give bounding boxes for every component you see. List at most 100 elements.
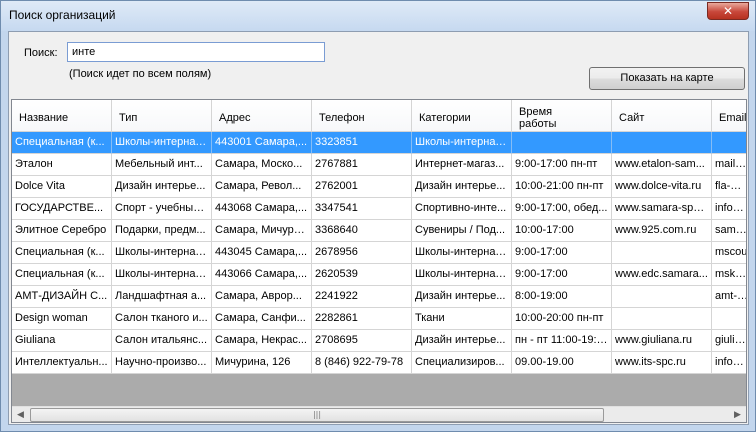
- column-header[interactable]: Адрес: [212, 100, 312, 132]
- table-row[interactable]: Специальная (к... Школы-интернаты 443066 С…: [12, 264, 746, 286]
- table-cell[interactable]: Дизайн интерье...: [412, 286, 512, 308]
- table-cell[interactable]: www.samara-spo...: [612, 198, 712, 220]
- table-cell[interactable]: Интеллектуальн...: [12, 352, 112, 374]
- table-cell[interactable]: www.etalon-sam...: [612, 154, 712, 176]
- table-cell[interactable]: Школы-интернаты: [412, 242, 512, 264]
- table-cell[interactable]: fla-meb: [712, 176, 746, 198]
- table-cell[interactable]: [612, 132, 712, 154]
- table-cell[interactable]: 09.00-19.00: [512, 352, 612, 374]
- table-cell[interactable]: Школы-интернаты: [112, 132, 212, 154]
- table-cell[interactable]: Самара, Авроp...: [212, 286, 312, 308]
- table-row[interactable]: Design woman Салон тканого и... Самара, Са…: [12, 308, 746, 330]
- table-cell[interactable]: www.edc.samara...: [612, 264, 712, 286]
- table-cell[interactable]: 443066 Самара,...: [212, 264, 312, 286]
- table-cell[interactable]: Подарки, предм...: [112, 220, 212, 242]
- table-cell[interactable]: Интернет-магаз...: [412, 154, 512, 176]
- table-cell[interactable]: Дизайн интерье...: [412, 176, 512, 198]
- table-row[interactable]: ГОСУДАРСТВЕ... Спорт - учебные... 443068 С…: [12, 198, 746, 220]
- table-cell[interactable]: Самара, Санфи...: [212, 308, 312, 330]
- table-cell[interactable]: 3347541: [312, 198, 412, 220]
- table-cell[interactable]: Специальная (к...: [12, 242, 112, 264]
- table-cell[interactable]: Ткани: [412, 308, 512, 330]
- column-header[interactable]: Телефон: [312, 100, 412, 132]
- table-cell[interactable]: 2620539: [312, 264, 412, 286]
- table-row[interactable]: Элитное Серебро Подарки, предм... Самара, …: [12, 220, 746, 242]
- table-cell[interactable]: 443001 Самара,...: [212, 132, 312, 154]
- table-cell[interactable]: 443068 Самара,...: [212, 198, 312, 220]
- table-cell[interactable]: Специальная (к...: [12, 264, 112, 286]
- table-cell[interactable]: Ландшафтная а...: [112, 286, 212, 308]
- table-cell[interactable]: www.giuliana.ru: [612, 330, 712, 352]
- table-row[interactable]: Специальная (к... Школы-интернаты 443045 С…: [12, 242, 746, 264]
- table-row[interactable]: Dolce Vita Дизайн интерье... Самара, Револ…: [12, 176, 746, 198]
- table-cell[interactable]: 9:00-17:00 пн-пт: [512, 154, 612, 176]
- table-cell[interactable]: Салон итальянс...: [112, 330, 212, 352]
- table-row[interactable]: Специальная (к... Школы-интернаты 443001 С…: [12, 132, 746, 154]
- table-cell[interactable]: Самара, Моско...: [212, 154, 312, 176]
- table-cell[interactable]: amt-des: [712, 286, 746, 308]
- table-cell[interactable]: mail@e: [712, 154, 746, 176]
- table-cell[interactable]: [612, 242, 712, 264]
- horizontal-scrollbar[interactable]: ◀ ||| ▶: [12, 406, 746, 422]
- column-header[interactable]: Сайт: [612, 100, 712, 132]
- table-cell[interactable]: Школы-интернаты: [112, 264, 212, 286]
- table-row[interactable]: Эталон Мебельный инт... Самара, Моско... 27…: [12, 154, 746, 176]
- table-cell[interactable]: 3368640: [312, 220, 412, 242]
- table-cell[interactable]: 2767881: [312, 154, 412, 176]
- table-cell[interactable]: www.its-spc.ru: [612, 352, 712, 374]
- table-cell[interactable]: Design woman: [12, 308, 112, 330]
- table-cell[interactable]: mskou_: [712, 264, 746, 286]
- table-cell[interactable]: 2678956: [312, 242, 412, 264]
- table-row[interactable]: Giuliana Салон итальянс... Самара, Некрас.…: [12, 330, 746, 352]
- table-cell[interactable]: Самара, Некрас...: [212, 330, 312, 352]
- scroll-right-arrow-icon[interactable]: ▶: [729, 407, 746, 422]
- table-cell[interactable]: www.dolce-vita.ru: [612, 176, 712, 198]
- column-header[interactable]: Тип: [112, 100, 212, 132]
- table-cell[interactable]: Школы-интернаты: [112, 242, 212, 264]
- table-cell[interactable]: Специализиров...: [412, 352, 512, 374]
- scrollbar-thumb[interactable]: |||: [30, 408, 604, 422]
- table-cell[interactable]: 8:00-19:00: [512, 286, 612, 308]
- table-cell[interactable]: Дизайн интерье...: [112, 176, 212, 198]
- column-header[interactable]: Категории: [412, 100, 512, 132]
- table-cell[interactable]: Giuliana: [12, 330, 112, 352]
- table-cell[interactable]: 3323851: [312, 132, 412, 154]
- table-cell[interactable]: 2241922: [312, 286, 412, 308]
- table-cell[interactable]: info@its: [712, 352, 746, 374]
- search-input[interactable]: инте: [67, 42, 325, 62]
- table-row[interactable]: АМТ-ДИЗАЙН С... Ландшафтная а... Самара, А…: [12, 286, 746, 308]
- table-cell[interactable]: samara: [712, 220, 746, 242]
- table-cell[interactable]: 8 (846) 922-79-78: [312, 352, 412, 374]
- table-cell[interactable]: 9:00-17:00, обед...: [512, 198, 612, 220]
- table-cell[interactable]: Самара, Револ...: [212, 176, 312, 198]
- table-cell[interactable]: Мичурина, 126: [212, 352, 312, 374]
- table-cell[interactable]: Школы-интернаты: [412, 264, 512, 286]
- scroll-left-arrow-icon[interactable]: ◀: [12, 407, 29, 422]
- table-cell[interactable]: 9:00-17:00: [512, 264, 612, 286]
- table-cell[interactable]: Дизайн интерье...: [412, 330, 512, 352]
- table-cell[interactable]: 10:00-20:00 пн-пт: [512, 308, 612, 330]
- table-cell[interactable]: Мебельный инт...: [112, 154, 212, 176]
- table-cell[interactable]: Эталон: [12, 154, 112, 176]
- table-cell[interactable]: ГОСУДАРСТВЕ...: [12, 198, 112, 220]
- table-cell[interactable]: Dolce Vita: [12, 176, 112, 198]
- table-cell[interactable]: АМТ-ДИЗАЙН С...: [12, 286, 112, 308]
- table-cell[interactable]: 10:00-21:00 пн-пт: [512, 176, 612, 198]
- table-cell[interactable]: 2282861: [312, 308, 412, 330]
- table-cell[interactable]: [512, 132, 612, 154]
- column-header[interactable]: Время работы: [512, 100, 612, 132]
- table-cell[interactable]: Спортивно-инте...: [412, 198, 512, 220]
- table-cell[interactable]: Элитное Серебро: [12, 220, 112, 242]
- table-cell[interactable]: Салон тканого и...: [112, 308, 212, 330]
- table-cell[interactable]: [612, 286, 712, 308]
- table-cell[interactable]: www.925.com.ru: [612, 220, 712, 242]
- table-cell[interactable]: giuliana: [712, 330, 746, 352]
- column-header[interactable]: Email: [712, 100, 746, 132]
- title-bar[interactable]: Поиск организаций ✕: [1, 1, 755, 31]
- table-cell[interactable]: [612, 308, 712, 330]
- table-cell[interactable]: 2762001: [312, 176, 412, 198]
- column-header[interactable]: Название: [12, 100, 112, 132]
- table-cell[interactable]: info@sa: [712, 198, 746, 220]
- table-cell[interactable]: Специальная (к...: [12, 132, 112, 154]
- table-cell[interactable]: Самара, Мичури...: [212, 220, 312, 242]
